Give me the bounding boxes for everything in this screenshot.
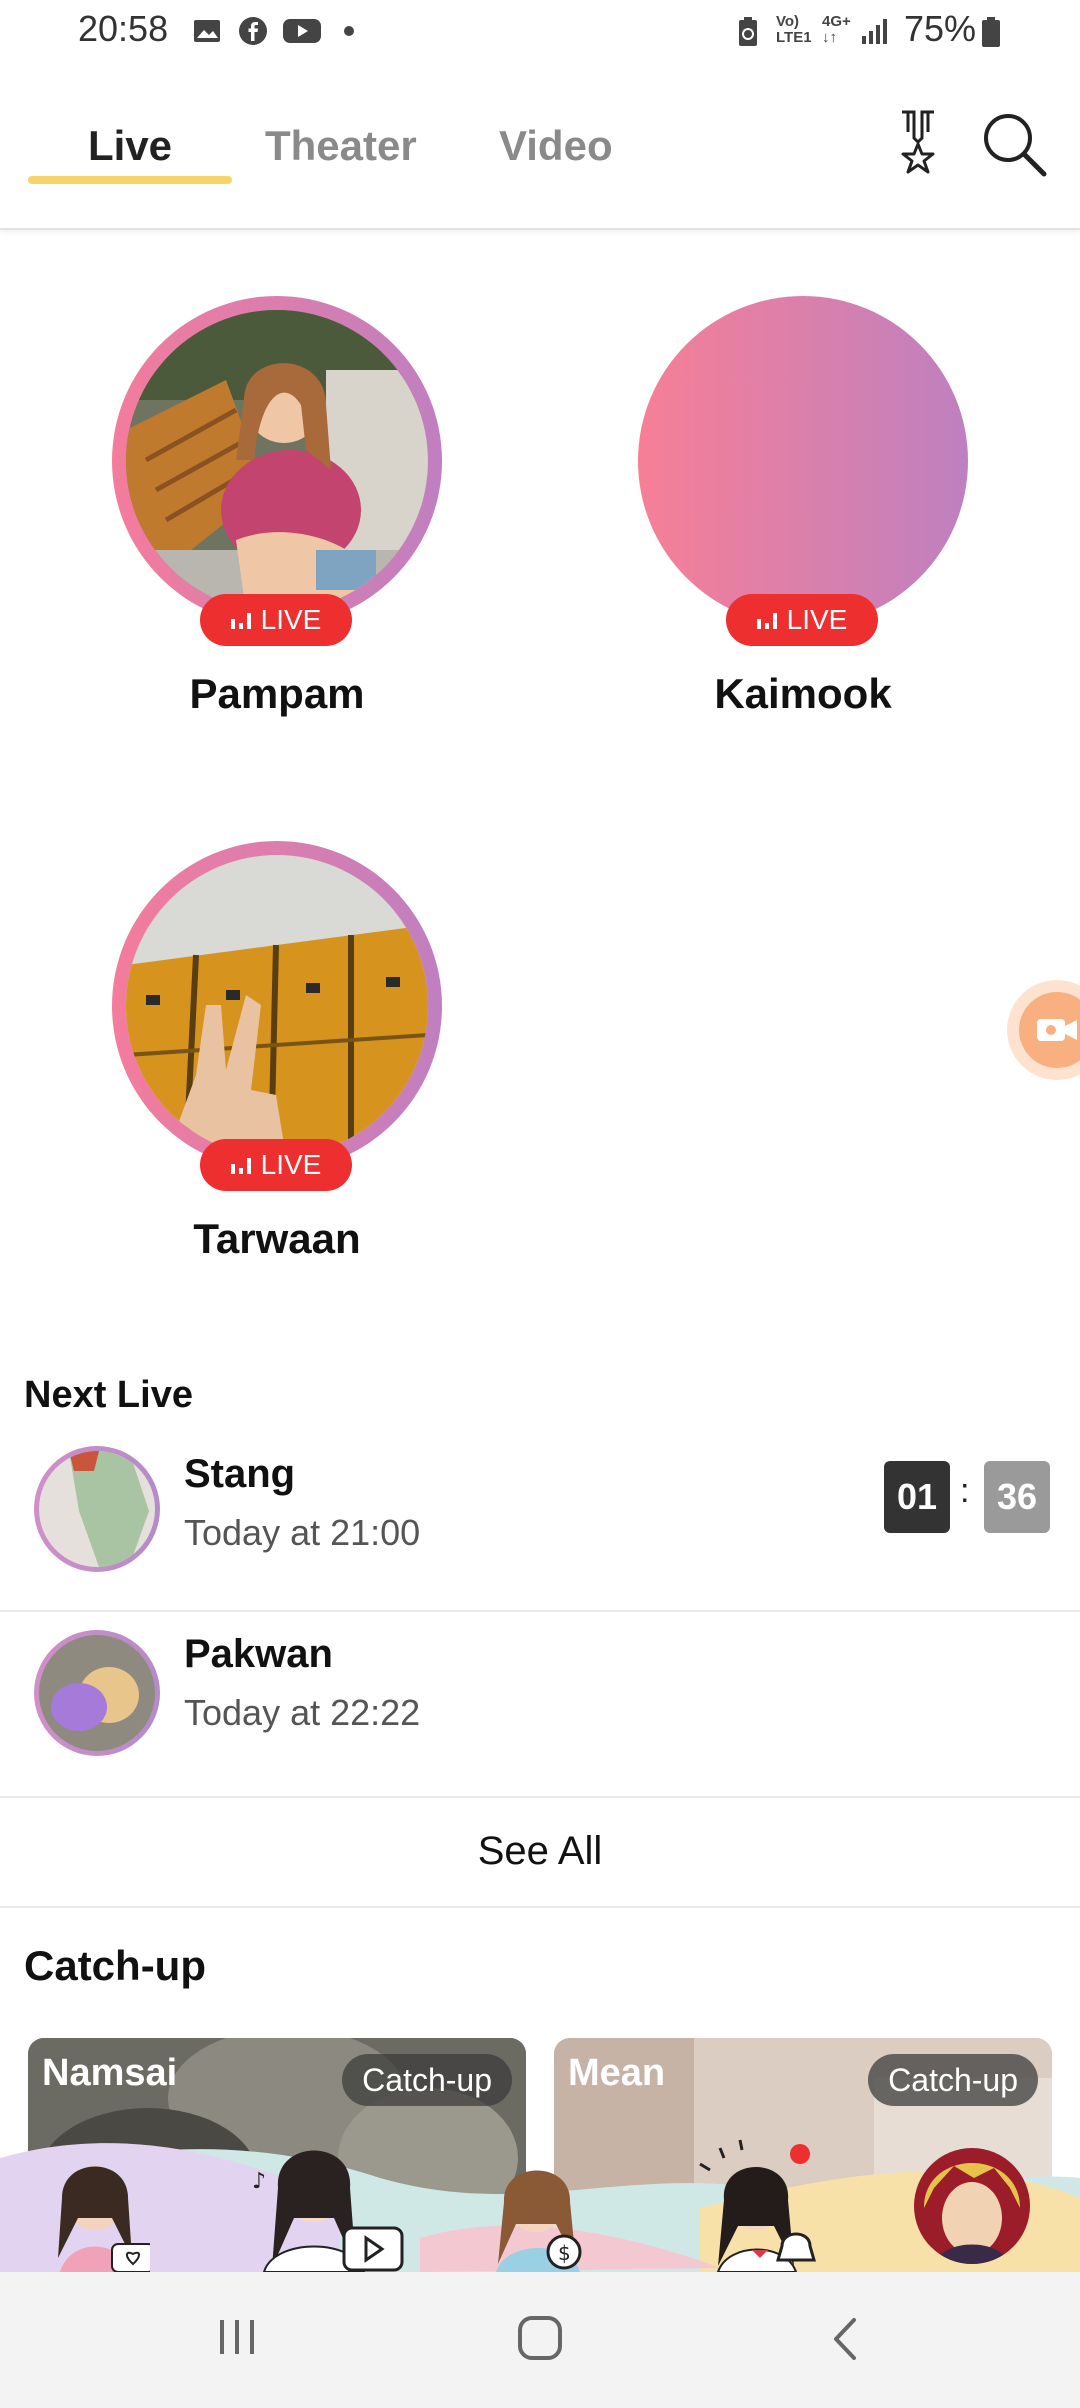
next-live-time: Today at 21:00 [184, 1512, 421, 1553]
status-bar: 20:58 Vo) LTE1 4G+ ↓↑ 75% [0, 0, 1080, 70]
svg-text:♪: ♪ [252, 2169, 266, 2194]
next-live-time: Today at 22:22 [184, 1692, 421, 1733]
search-icon[interactable] [980, 110, 1050, 180]
live-badge-label: LIVE [786, 604, 848, 635]
profile-avatar[interactable] [914, 2148, 1030, 2264]
tab-notification-character[interactable] [690, 2134, 830, 2272]
live-card-name: Tarwaan [193, 1215, 361, 1262]
live-card-pampam[interactable]: LIVE Pampam [112, 296, 442, 726]
volte-icon: Vo) LTE1 [776, 13, 812, 46]
dot-icon [344, 26, 354, 36]
live-bars-icon [756, 611, 777, 629]
live-badge: LIVE [726, 594, 878, 646]
tab-coin-character[interactable]: $ [480, 2144, 600, 2272]
catch-up-tag: Catch-up [342, 2054, 512, 2106]
svg-text:$: $ [558, 2241, 571, 2265]
live-thumbnail [126, 310, 428, 612]
live-badge-label: LIVE [260, 604, 322, 635]
live-badge: LIVE [200, 1139, 352, 1191]
youtube-icon [282, 16, 322, 46]
tab-video[interactable]: Video [499, 122, 613, 170]
active-tab-indicator [28, 176, 232, 184]
live-badge: LIVE [200, 594, 352, 646]
next-live-row-pakwan[interactable]: Pakwan Today at 22:22 [0, 1612, 1080, 1798]
battery-percent: 75% [904, 8, 977, 49]
live-card-name: Kaimook [714, 670, 892, 717]
countdown-separator: : [960, 1472, 970, 1510]
live-avatar-ring [112, 296, 442, 626]
catch-up-tag: Catch-up [868, 2054, 1038, 2106]
catch-up-name: Namsai [42, 2052, 178, 2094]
live-avatar-ring [638, 296, 968, 626]
back-icon[interactable] [820, 2312, 870, 2366]
see-all-button[interactable]: See All [0, 1796, 1080, 1908]
ranking-medal-icon[interactable] [892, 108, 944, 180]
next-live-title: Next Live [24, 1374, 193, 1416]
signal-icon [860, 16, 890, 46]
live-card-kaimook[interactable]: LIVE Kaimook [638, 296, 968, 726]
facebook-icon [238, 16, 268, 46]
live-card-name: Pampam [189, 670, 365, 717]
4g-icon: 4G+ ↓↑ [822, 13, 851, 46]
battery-icon [980, 16, 1002, 47]
gallery-icon [192, 16, 222, 46]
tab-theater[interactable]: Theater [265, 122, 417, 170]
home-icon[interactable] [514, 2312, 568, 2366]
catch-up-title: Catch-up [24, 1942, 206, 1989]
live-avatar-ring [112, 841, 442, 1171]
bottom-tab-banner: ♪ $ [0, 2128, 1080, 2272]
live-bars-icon [230, 611, 251, 629]
system-navigation-bar [0, 2272, 1080, 2408]
live-card-tarwaan[interactable]: LIVE Tarwaan [112, 841, 442, 1271]
tab-live[interactable]: Live [88, 122, 172, 170]
avatar [34, 1446, 160, 1572]
countdown-minutes: 36 [984, 1461, 1050, 1533]
live-bars-icon [230, 1156, 251, 1174]
avatar [34, 1630, 160, 1756]
next-live-name: Stang [184, 1452, 296, 1496]
battery-saver-icon [736, 16, 766, 46]
tab-video-character[interactable]: ♪ [244, 2128, 404, 2272]
countdown-hours: 01 [884, 1461, 950, 1533]
next-live-row-stang[interactable]: Stang Today at 21:00 01 : 36 [0, 1426, 1080, 1612]
recent-apps-icon[interactable] [212, 2312, 262, 2362]
tab-live-character[interactable] [40, 2148, 155, 2272]
status-time: 20:58 [78, 8, 169, 49]
live-thumbnail [126, 855, 428, 1157]
next-live-name: Pakwan [184, 1632, 333, 1676]
top-navigation: Live Theater Video [0, 70, 1080, 230]
catch-up-name: Mean [568, 2052, 666, 2094]
live-badge-label: LIVE [260, 1149, 322, 1180]
floating-camera-button[interactable] [1007, 980, 1080, 1080]
camera-icon [1019, 992, 1080, 1068]
